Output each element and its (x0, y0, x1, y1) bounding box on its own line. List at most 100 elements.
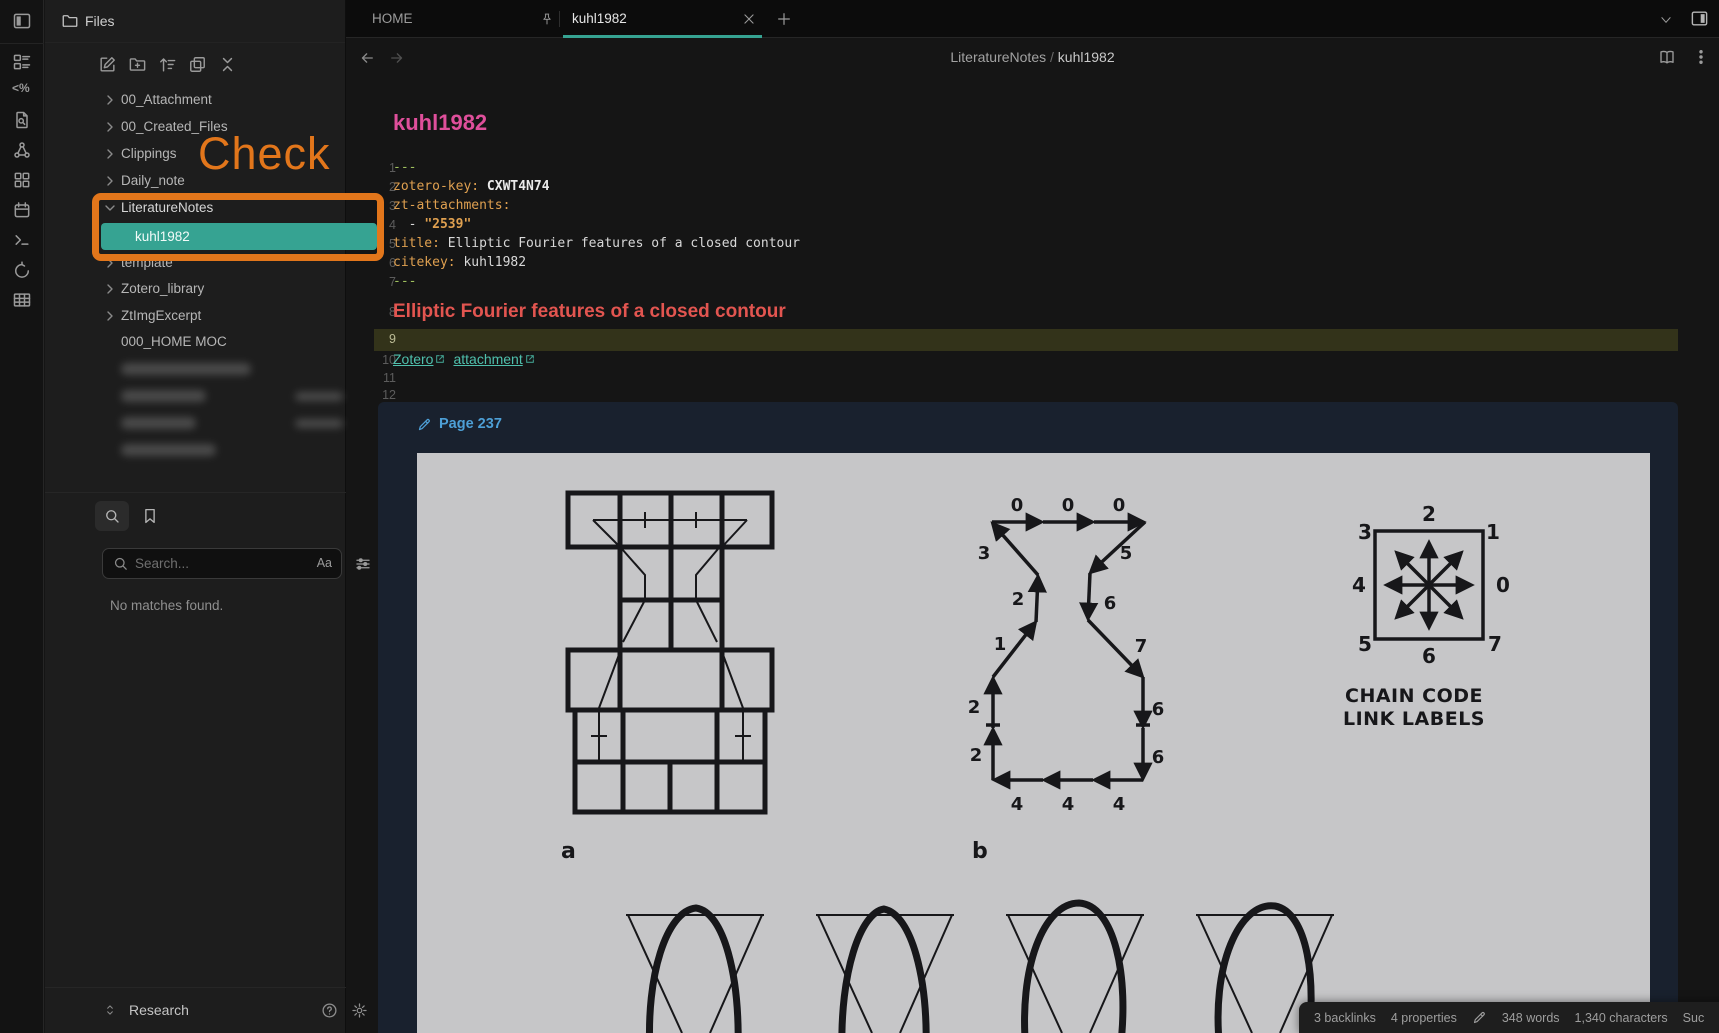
terminal-icon[interactable] (12, 230, 32, 250)
document-search-icon[interactable] (12, 110, 32, 130)
figure-label-b: b (972, 839, 988, 864)
figure-a-grid-contour (565, 490, 775, 815)
frontmatter-line: - "2539" (393, 216, 471, 234)
chevron-right-icon (105, 122, 115, 132)
new-note-icon[interactable] (98, 55, 117, 74)
edit-mode-pencil-icon[interactable] (1472, 1010, 1487, 1025)
svg-text:0: 0 (1113, 495, 1126, 516)
svg-text:2: 2 (970, 745, 983, 766)
frontmatter-delimiter: --- (393, 159, 416, 177)
vault-switcher[interactable]: Research (45, 988, 346, 1033)
pencil-icon (417, 417, 432, 432)
svg-text:2: 2 (1422, 502, 1436, 526)
divider (45, 492, 346, 493)
search-input-box: Aa (102, 548, 342, 579)
chevron-right-icon (105, 176, 115, 186)
line-number-active: 9 (346, 330, 396, 348)
stack-icon[interactable] (188, 55, 207, 74)
tab-search[interactable] (95, 501, 129, 531)
vault-name[interactable]: Research (129, 1002, 189, 1018)
annotation-highlight-box (92, 193, 384, 261)
sync-history-icon[interactable] (12, 260, 32, 280)
sort-icon[interactable] (158, 55, 177, 74)
svg-text:6: 6 (1152, 747, 1165, 768)
chevron-right-icon (105, 311, 115, 321)
main-workspace: HOME kuhl1982 (346, 0, 1719, 1033)
line-number: 1 (346, 159, 396, 177)
svg-text:1: 1 (994, 634, 1007, 655)
vase-approximation-2 (810, 881, 960, 1033)
svg-text:7: 7 (1135, 636, 1148, 657)
match-case-toggle[interactable]: Aa (317, 556, 332, 570)
active-line-highlight (374, 329, 1678, 351)
editor-pane[interactable]: 1 2 3 4 5 6 7 8 9 10 11 12 13 kuhl1982 -… (346, 0, 1719, 1033)
annotation-check-text: Check (198, 128, 331, 180)
svg-text:6: 6 (1152, 699, 1165, 720)
templater-icon[interactable]: <% (12, 81, 32, 101)
new-folder-icon[interactable] (128, 55, 147, 74)
panel-title: Files (85, 13, 115, 29)
svg-text:4: 4 (1352, 573, 1366, 597)
sidebar-item-zotero-library[interactable]: Zotero_library (45, 276, 346, 302)
graph-view-icon[interactable] (12, 140, 32, 160)
tab-bookmarks[interactable] (133, 501, 167, 531)
folder-icon (61, 12, 79, 30)
chevron-right-icon (105, 95, 115, 105)
svg-text:3: 3 (1358, 520, 1372, 544)
calendar-icon[interactable] (12, 200, 32, 220)
inline-note-title: kuhl1982 (393, 110, 487, 136)
chevron-right-icon (105, 284, 115, 294)
status-bar: 3 backlinks 4 properties 348 words 1,340… (1299, 1002, 1719, 1033)
search-icon (103, 507, 121, 525)
chevrons-up-down-icon (103, 1003, 117, 1017)
svg-text:2: 2 (968, 697, 981, 718)
sidebar-item-000-home-moc[interactable]: 000_HOME MOC (45, 329, 346, 355)
layout-list-icon[interactable] (12, 52, 32, 72)
sidebar-item-redacted[interactable] (45, 356, 346, 382)
svg-text:3: 3 (978, 543, 991, 564)
help-icon[interactable] (321, 1002, 338, 1019)
properties-count[interactable]: 4 properties (1391, 1011, 1457, 1025)
attachment-link[interactable]: attachment (453, 351, 522, 367)
vase-approximation-1 (620, 881, 770, 1033)
search-icon (112, 555, 129, 572)
left-sidebar-toggle-icon[interactable] (12, 11, 32, 31)
settings-gear-icon[interactable] (351, 1002, 368, 1019)
line-number: 8 (346, 303, 396, 321)
sidebar-item-redacted[interactable] (45, 410, 346, 436)
svg-text:4: 4 (1011, 794, 1024, 815)
table-icon[interactable] (12, 290, 32, 310)
frontmatter-line: zt-attachments: (393, 197, 510, 215)
ribbon-separator (0, 43, 44, 44)
sidebar-item-redacted[interactable] (45, 383, 346, 409)
sidebar-item-00-attachment[interactable]: 00_Attachment (45, 87, 346, 113)
zotero-link[interactable]: Zotero (393, 351, 433, 367)
collapse-all-icon[interactable] (218, 55, 237, 74)
svg-text:2: 2 (1012, 589, 1025, 610)
links-row: Zotero attachment (393, 351, 543, 367)
canvas-grid-icon[interactable] (12, 170, 32, 190)
sidebar-item-ztimgexcerpt[interactable]: ZtImgExcerpt (45, 303, 346, 329)
frontmatter-line: zotero-key: CXWT4N74 (393, 178, 550, 196)
note-heading: Elliptic Fourier features of a closed co… (393, 301, 786, 323)
frontmatter-delimiter: --- (393, 273, 416, 291)
backlinks-count[interactable]: 3 backlinks (1314, 1011, 1376, 1025)
frontmatter-line: title: Elliptic Fourier features of a cl… (393, 235, 800, 253)
search-input[interactable] (135, 549, 295, 578)
external-link-icon (525, 354, 535, 364)
line-number: 11 (346, 369, 396, 387)
figure-label-a: a (561, 839, 576, 864)
svg-text:4: 4 (1062, 794, 1075, 815)
chain-code-caption: CHAIN CODE LINK LABELS (1324, 685, 1504, 731)
sidebar-item-redacted[interactable] (45, 437, 346, 463)
svg-text:6: 6 (1104, 593, 1117, 614)
search-settings-icon[interactable] (354, 555, 372, 573)
ribbon: <% (0, 0, 44, 1033)
line-number: 7 (346, 273, 396, 291)
search-empty-state: No matches found. (110, 598, 223, 613)
external-link-icon (435, 354, 445, 364)
obsidian-app: <% Files (0, 0, 1719, 1033)
svg-text:0: 0 (1496, 573, 1510, 597)
sync-status-truncated: Suc (1683, 1011, 1705, 1025)
frontmatter-line: citekey: kuhl1982 (393, 254, 526, 272)
